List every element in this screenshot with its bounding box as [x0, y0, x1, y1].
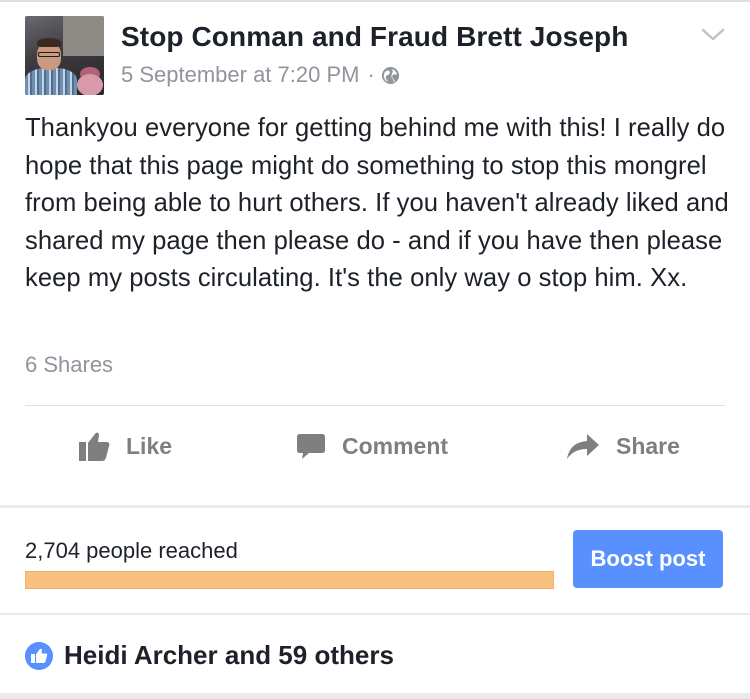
post-meta: 5 September at 7:20 PM · [121, 62, 400, 88]
like-button[interactable]: Like [77, 426, 172, 466]
comment-bubble-icon [297, 434, 325, 459]
page-name-link[interactable]: Stop Conman and Fraud Brett Joseph [121, 21, 628, 53]
post-timestamp[interactable]: 5 September at 7:20 PM [121, 62, 359, 88]
share-button[interactable]: Share [565, 426, 680, 466]
share-arrow-icon [567, 434, 599, 459]
boost-post-button[interactable]: Boost post [573, 530, 723, 588]
reactions-summary[interactable]: Heidi Archer and 59 others [64, 640, 394, 671]
section-separator [0, 505, 750, 508]
comment-label: Comment [342, 432, 449, 459]
meta-separator: · [367, 62, 375, 87]
reach-progress-fill [25, 571, 554, 589]
people-reached-text[interactable]: 2,704 people reached [25, 538, 238, 564]
thumbs-up-icon [79, 432, 110, 461]
divider [25, 405, 725, 406]
post-body-text: Thankyou everyone for getting behind me … [25, 114, 729, 292]
section-separator-thin [0, 613, 750, 615]
bottom-separator [0, 693, 750, 699]
share-label: Share [616, 432, 680, 459]
like-label: Like [126, 432, 173, 459]
chevron-down-icon[interactable] [701, 28, 725, 42]
globe-icon [381, 66, 399, 84]
comment-button[interactable]: Comment [295, 426, 448, 466]
reach-progress-bar [25, 571, 554, 589]
page-avatar[interactable] [25, 16, 104, 95]
top-border [0, 0, 750, 2]
like-badge-icon [25, 642, 53, 670]
shares-count-link[interactable]: 6 Shares [25, 352, 113, 378]
